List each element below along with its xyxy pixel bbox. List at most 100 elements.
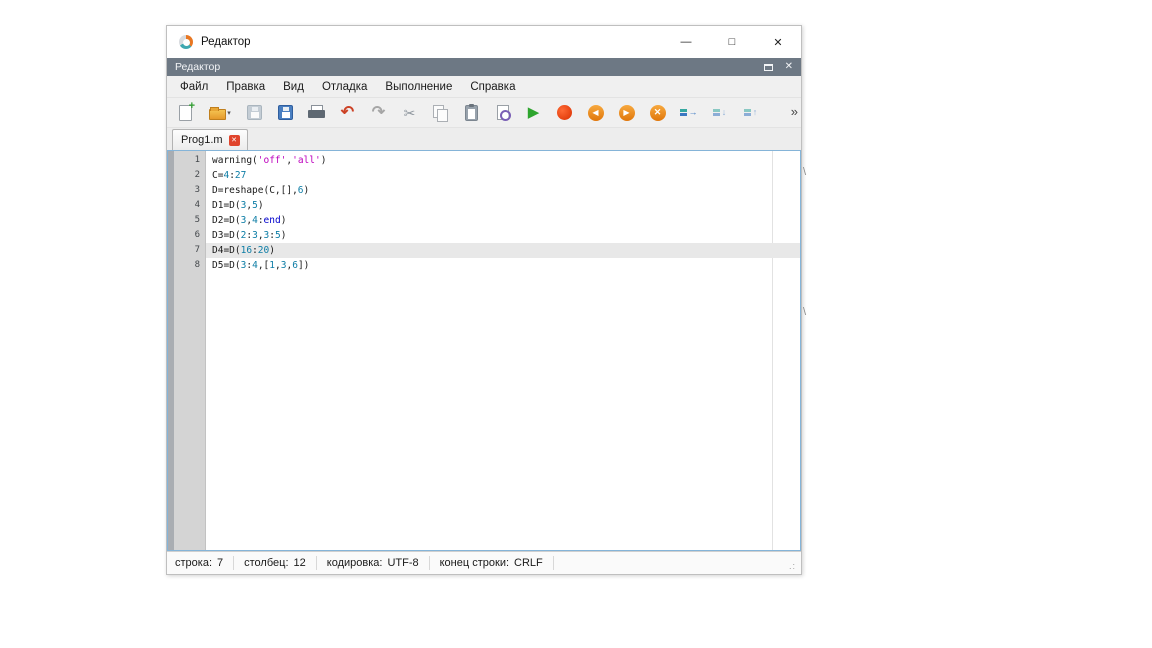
window-title: Редактор [201,36,251,48]
paste-button[interactable] [459,100,484,125]
line-number: 7 [168,243,206,258]
code-line[interactable]: 5D2=D(3,4:end) [168,213,800,228]
code-line[interactable]: 2C=4:27 [168,168,800,183]
run-icon: ▶ [528,105,540,120]
chevron-down-icon: ▾ [227,109,231,117]
line-number: 1 [168,153,206,168]
status-encoding-value: UTF-8 [387,557,418,569]
maximize-button[interactable]: □ [709,26,755,58]
step-icon: → [680,108,698,117]
save-as-button[interactable] [273,100,298,125]
tab-label: Prog1.m [181,134,223,146]
code-line[interactable]: 8D5=D(3:4,[1,3,6]) [168,258,800,273]
window-controls: — □ ✕ [663,26,801,58]
toggle-breakpoint-button[interactable] [552,100,577,125]
code-text: D1=D(3,5) [206,198,800,213]
scissors-icon: ✂ [404,106,416,120]
menu-item-file[interactable]: Файл [171,78,217,96]
code-text: warning('off','all') [206,153,800,168]
tabbar: Prog1.m ✕ [167,128,801,150]
next-breakpoint-button[interactable]: ▶ [614,100,639,125]
menu-item-view[interactable]: Вид [274,78,313,96]
step-button[interactable]: → [676,100,701,125]
run-button[interactable]: ▶ [521,100,546,125]
minimize-button[interactable]: — [663,26,709,58]
menu-item-run[interactable]: Выполнение [376,78,461,96]
paste-icon [465,105,478,121]
resize-grip[interactable]: .: [789,561,796,571]
status-eol-value: CRLF [514,557,543,569]
code-line[interactable]: 7D4=D(16:20) [168,243,800,258]
status-line-value: 7 [217,557,223,569]
code-line[interactable]: 4D1=D(3,5) [168,198,800,213]
previous-breakpoint-button[interactable]: ◀ [583,100,608,125]
find-button[interactable] [490,100,515,125]
plus-icon: + [189,101,195,112]
open-folder-icon [209,109,226,120]
print-button[interactable] [304,100,329,125]
undock-icon[interactable] [764,64,773,71]
code-line[interactable]: 1warning('off','all') [168,153,800,168]
step-in-icon: ↓ [713,108,727,117]
menu-item-debug[interactable]: Отладка [313,78,376,96]
code-line[interactable]: 6D3=D(2:3,3:5) [168,228,800,243]
status-column-value: 12 [294,557,306,569]
save-as-icon [278,105,293,120]
status-eol-label: конец строки: [440,557,509,569]
panel-titlebar[interactable]: Редактор ✕ [167,58,801,76]
code-text: C=4:27 [206,168,800,183]
statusbar: строка: 7 столбец: 12 кодировка: UTF-8 к… [167,551,801,574]
breakpoint-icon [557,105,572,120]
toolbar: + ▾ ↶ ↷ ✂ ▶ [167,98,801,128]
next-breakpoint-icon: ▶ [619,105,635,121]
print-icon [308,105,325,121]
copy-button[interactable] [428,100,453,125]
code-text: D5=D(3:4,[1,3,6]) [206,258,800,273]
panel-close-icon[interactable]: ✕ [785,62,793,72]
save-icon [247,105,262,120]
code-line[interactable]: 3D=reshape(C,[],6) [168,183,800,198]
status-separator [233,556,234,570]
line-number: 5 [168,213,206,228]
status-encoding-label: кодировка: [327,557,383,569]
line-number: 3 [168,183,206,198]
cut-button[interactable]: ✂ [397,100,422,125]
window-edge-mark: \ [803,166,806,178]
octave-logo-icon [179,35,193,49]
redo-button[interactable]: ↷ [366,100,391,125]
open-file-button[interactable]: ▾ [204,100,236,125]
tab-close-icon[interactable]: ✕ [229,135,240,146]
toolbar-overflow-button[interactable]: » [791,104,798,119]
window-titlebar[interactable]: Редактор — □ ✕ [167,26,801,58]
window-edge-mark: \ [803,306,806,318]
menu-item-edit[interactable]: Правка [217,78,274,96]
tab-prog1[interactable]: Prog1.m ✕ [172,129,248,150]
editor-window: Редактор — □ ✕ Редактор ✕ Файл Правка Ви… [166,25,802,575]
new-script-button[interactable]: + [173,100,198,125]
code-text: D3=D(2:3,3:5) [206,228,800,243]
status-separator [429,556,430,570]
code-editor[interactable]: 1warning('off','all')2C=4:273D=reshape(C… [167,150,801,551]
status-line-label: строка: [175,557,212,569]
remove-breakpoints-icon: ✕ [650,105,666,121]
step-out-button[interactable]: ↑ [738,100,763,125]
remove-breakpoints-button[interactable]: ✕ [645,100,670,125]
panel-icons: ✕ [764,62,793,72]
undo-icon: ↶ [341,105,354,121]
status-separator [316,556,317,570]
previous-breakpoint-icon: ◀ [588,105,604,121]
copy-icon [433,105,448,121]
status-separator [553,556,554,570]
close-button[interactable]: ✕ [755,26,801,58]
find-icon [497,105,509,120]
line-number: 2 [168,168,206,183]
save-button[interactable] [242,100,267,125]
status-column-label: столбец: [244,557,288,569]
menubar: Файл Правка Вид Отладка Выполнение Справ… [167,76,801,98]
undo-button[interactable]: ↶ [335,100,360,125]
redo-icon: ↷ [372,105,385,121]
menu-item-help[interactable]: Справка [461,78,524,96]
step-in-button[interactable]: ↓ [707,100,732,125]
line-number: 6 [168,228,206,243]
code-text: D4=D(16:20) [206,243,800,258]
